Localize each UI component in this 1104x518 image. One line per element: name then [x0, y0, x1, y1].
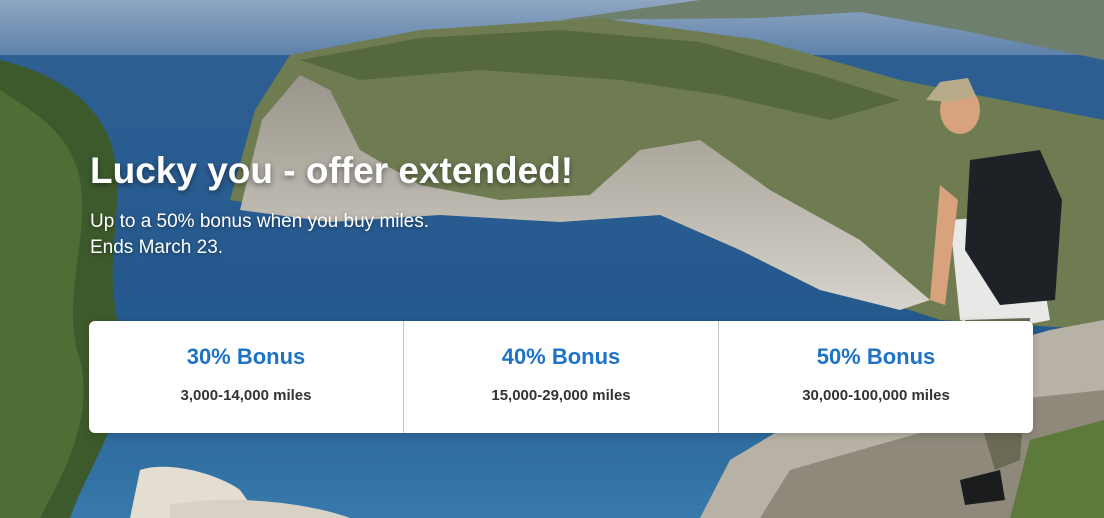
- bonus-tier-card-40[interactable]: 40% Bonus 15,000-29,000 miles: [403, 321, 718, 433]
- bonus-tier-range: 3,000-14,000 miles: [180, 387, 312, 404]
- bonus-tier-range: 30,000-100,000 miles: [802, 387, 950, 404]
- hero-banner: Lucky you - offer extended! Up to a 50% …: [0, 0, 1104, 518]
- promo-subtext-line-1: Up to a 50% bonus when you buy miles.: [90, 211, 430, 232]
- bonus-tier-title: 50% Bonus: [816, 344, 936, 369]
- promo-subtext-line-2: Ends March 23.: [90, 237, 224, 258]
- bonus-tier-card-30[interactable]: 30% Bonus 3,000-14,000 miles: [89, 321, 403, 433]
- promo-headline: Lucky you - offer extended!: [90, 150, 574, 191]
- promo-subtext: Up to a 50% bonus when you buy miles. En…: [90, 209, 573, 261]
- bonus-tier-card-50[interactable]: 50% Bonus 30,000-100,000 miles: [718, 321, 1033, 433]
- bonus-tier-title: 40% Bonus: [501, 344, 621, 369]
- bonus-tier-panel: 30% Bonus 3,000-14,000 miles 40% Bonus 1…: [89, 321, 1033, 433]
- bonus-tier-title: 30% Bonus: [186, 344, 306, 369]
- promo-copy: Lucky you - offer extended! Up to a 50% …: [90, 142, 573, 261]
- bonus-tier-range: 15,000-29,000 miles: [491, 387, 631, 404]
